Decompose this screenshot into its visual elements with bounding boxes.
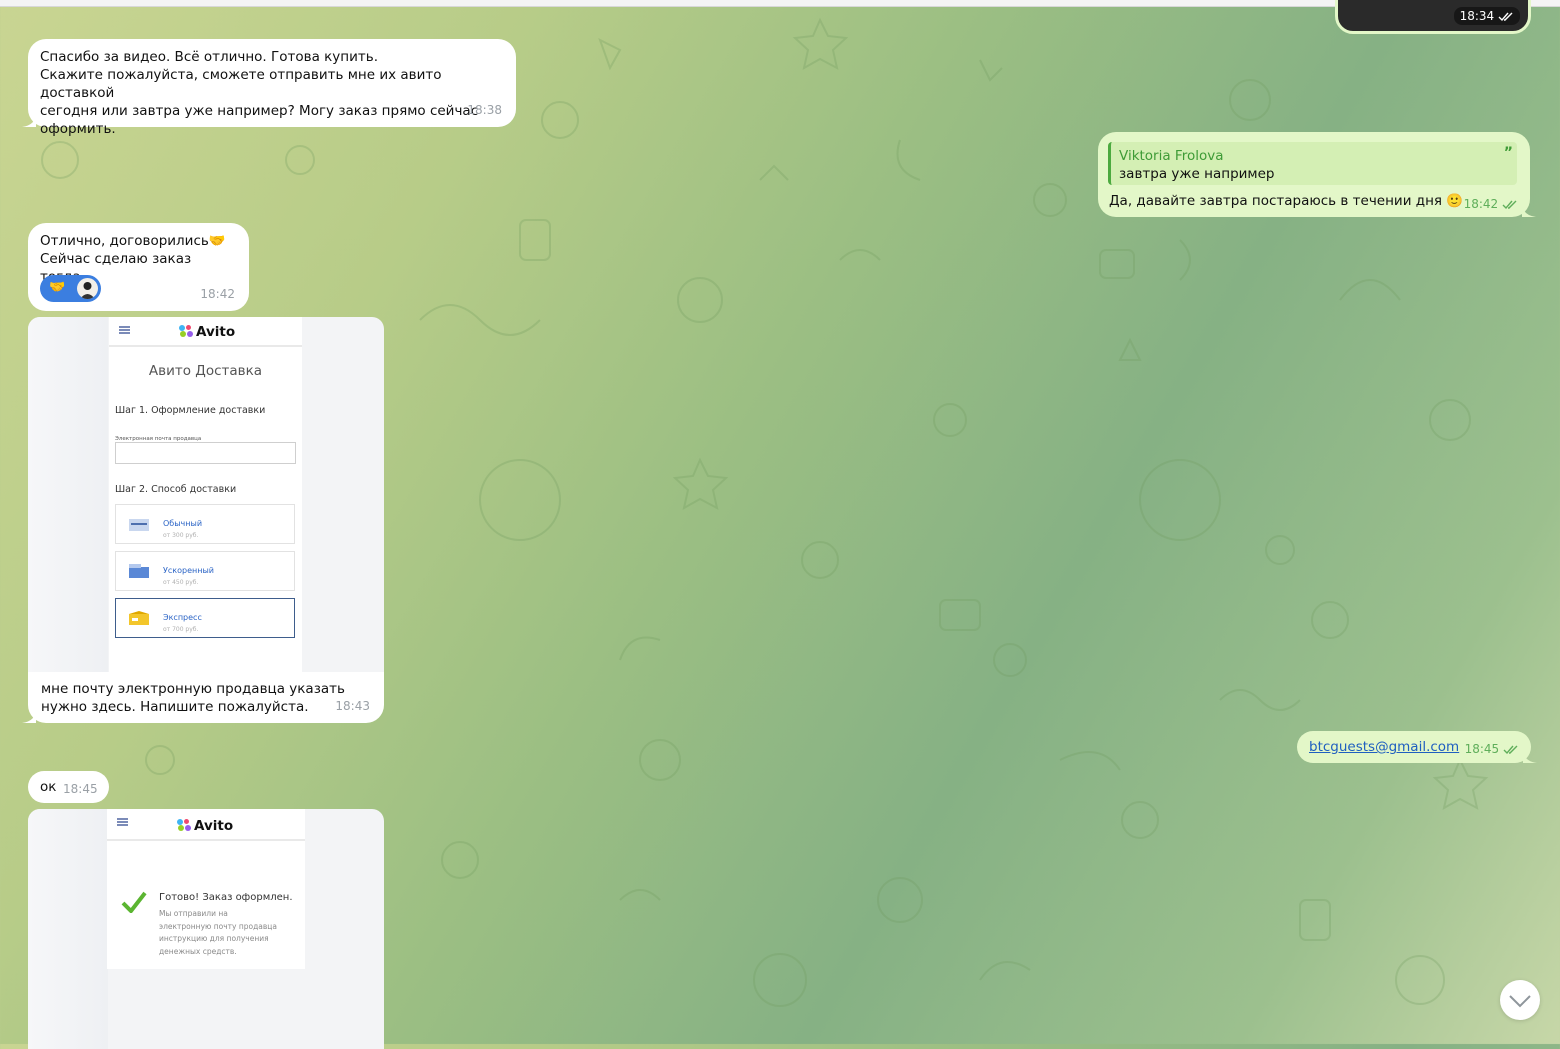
reaction-chip[interactable]: 🤝 [40,275,101,302]
message-text: Спасибо за видео. Всё отлично. Готова ку… [40,49,479,137]
message-time: 18:42 [200,287,235,301]
avito-header: Avito [109,317,302,347]
burger-menu-icon [117,818,128,826]
box-icon [129,564,149,578]
avatar [77,278,98,299]
window-top-edge [0,0,1560,7]
double-check-icon [1503,745,1518,754]
message-time: 18:45 [1465,740,1519,758]
message-time: 18:43 [335,699,370,713]
message-time: 18:45 [63,782,98,796]
outgoing-message[interactable]: btcguests@gmail.com 18:45 [1297,731,1537,763]
bubble-tail [1522,203,1536,217]
outgoing-media-message-partial[interactable]: 18:34 [1335,0,1531,34]
photo-avito-delivery[interactable]: Avito Авито Доставка Шаг 1. Оформление д… [28,317,384,672]
burger-menu-icon [119,326,130,334]
checkmark-icon [121,891,147,913]
incoming-message[interactable]: ок 18:45 [28,771,109,803]
bubble-tail [22,113,36,127]
message-text: ок [40,779,57,795]
incoming-message[interactable]: Спасибо за видео. Всё отлично. Готова ку… [22,39,516,137]
avito-dots-icon [179,325,194,337]
reply-quote[interactable]: Viktoria Frolova завтра уже например ” [1108,142,1517,185]
step1-label: Шаг 1. Оформление доставки [115,405,266,416]
outgoing-message[interactable]: Viktoria Frolova завтра уже например ” Д… [1098,132,1536,217]
message-text: Да, давайте завтра постараюсь в течении … [1109,193,1464,209]
avito-title: Авито Доставка [148,363,263,379]
reaction-emoji: 🤝 [49,280,66,295]
seller-email-input[interactable] [115,442,296,464]
bubble-tail [1523,749,1537,763]
reply-text: завтра уже например [1119,166,1275,182]
order-done-text: Мы отправили на электронную почту продав… [159,909,277,956]
message-time: 18:38 [467,103,502,117]
incoming-photo-message[interactable]: Avito Авито Доставка Шаг 1. Оформление д… [22,317,384,723]
order-done-title: Готово! Заказ оформлен. [159,892,293,903]
incoming-photo-message[interactable]: Avito Готово! Заказ оформлен. Мы отправи… [28,809,384,1049]
message-time: 18:42 [1464,195,1518,213]
envelope-icon [129,519,149,531]
double-check-icon [1498,12,1513,21]
reply-author: Viktoria Frolova [1119,148,1224,164]
delivery-option-fast[interactable]: Ускоренный от 450 руб. [115,551,295,591]
photo-caption: мне почту электронную продавца указать н… [41,681,345,715]
email-link[interactable]: btcguests@gmail.com [1309,738,1459,756]
avito-dots-icon [177,819,192,831]
quote-icon: ” [1503,145,1513,161]
avito-header: Avito [107,809,305,841]
incoming-message[interactable]: Отлично, договорились🤝 Сейчас сделаю зак… [28,223,249,311]
delivery-option-regular[interactable]: Обычный от 300 руб. [115,504,295,544]
parcel-icon [129,611,149,625]
double-check-icon [1502,200,1517,209]
avito-logo: Avito [179,323,235,341]
step2-label: Шаг 2. Способ доставки [115,484,237,495]
avito-logo: Avito [177,817,233,835]
scroll-to-bottom-button[interactable] [1500,980,1540,1020]
chevron-down-icon [1509,995,1531,1008]
photo-avito-order-done[interactable]: Avito Готово! Заказ оформлен. Мы отправи… [28,809,384,1049]
message-time: 18:34 [1453,7,1520,25]
bubble-tail [22,709,36,723]
delivery-option-express[interactable]: Экспресс от 700 руб. [115,598,295,638]
